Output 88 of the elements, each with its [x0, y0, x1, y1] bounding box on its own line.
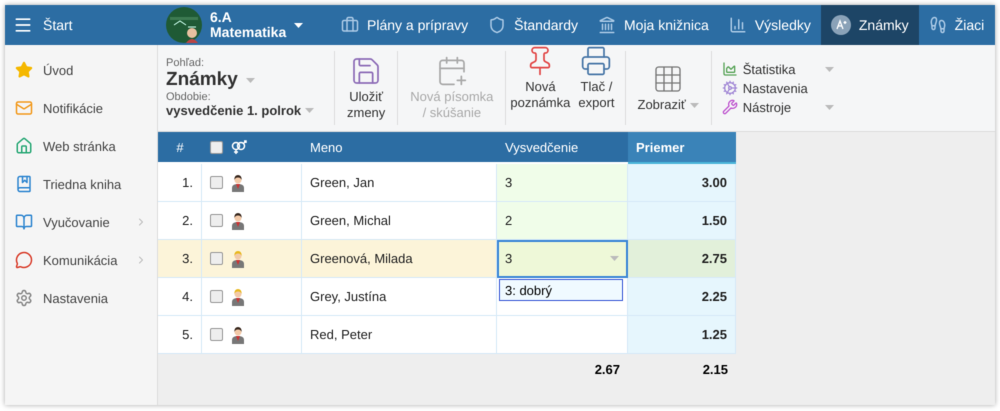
average-cell: 1.25	[628, 316, 736, 354]
open-book-icon	[15, 213, 33, 231]
caret-icon	[246, 78, 255, 82]
grade-dropdown-menu[interactable]: 3: dobrý	[499, 279, 623, 301]
student-icon	[231, 250, 245, 268]
sidebar-item[interactable]: Nastavenia	[5, 279, 157, 317]
student-icon	[231, 326, 245, 344]
period-dropdown[interactable]: vysvedčenie 1. polrok	[166, 103, 302, 118]
display-button[interactable]: Zobraziť	[634, 63, 703, 113]
book-icon	[15, 175, 33, 193]
column-header: Vysvedčenie	[497, 132, 628, 162]
nav-tab[interactable]: Moja knižnica	[588, 5, 719, 45]
overall-average: 2.15	[702, 360, 729, 378]
bank-icon	[598, 16, 616, 34]
toolbar-menu-item[interactable]: Štatistika	[722, 61, 834, 77]
area-chart-icon	[722, 61, 738, 77]
caret-icon	[690, 102, 699, 108]
star-icon	[15, 61, 33, 79]
caret-icon	[824, 104, 834, 110]
student-name: Red, Peter	[302, 316, 497, 354]
grade-cell[interactable]	[497, 316, 628, 354]
toolbar-button[interactable]: Uložiť zmeny	[343, 55, 390, 121]
row-number: 1.	[158, 164, 202, 202]
period-label: Obdobie:	[166, 91, 212, 103]
caret-icon	[824, 66, 834, 72]
shield-icon	[488, 16, 506, 34]
printer-icon	[580, 45, 612, 77]
student-name: Green, Michal	[302, 202, 497, 240]
row-number: 5.	[158, 316, 202, 354]
column-header: #	[158, 132, 202, 162]
average-cell: 2.25	[628, 278, 736, 316]
gender-icon	[231, 140, 247, 154]
student-name: Green, Jan	[302, 164, 497, 202]
sidebar-item[interactable]: Triedna kniha	[5, 165, 157, 203]
toolbar-button[interactable]: Nová poznámka	[506, 45, 574, 131]
grade-cell[interactable]: 3	[497, 164, 628, 202]
home-icon	[15, 137, 33, 155]
column-header: Meno	[302, 132, 497, 162]
caret-icon	[610, 256, 619, 261]
nav-tab[interactable]: Štandardy	[478, 5, 588, 45]
start-label[interactable]: Štart	[43, 17, 73, 33]
nav-tab[interactable]: Známky	[820, 5, 919, 45]
briefcase-icon	[341, 16, 359, 34]
student-icon	[231, 288, 245, 306]
student-icon	[231, 212, 245, 230]
bar-chart-icon	[728, 16, 747, 34]
grade-average: 2.67	[594, 360, 621, 378]
toolbar-button[interactable]: Tlač / export	[574, 45, 619, 131]
sidebar-item[interactable]: Vyučovanie	[5, 203, 157, 241]
view-label: Pohľad:	[166, 57, 206, 69]
tools-icon	[722, 99, 738, 115]
grade-cell[interactable]: 3	[497, 240, 628, 278]
nav-tab[interactable]: Žiaci	[918, 5, 994, 45]
row-checkbox[interactable]	[210, 252, 223, 265]
chat-icon	[15, 251, 33, 269]
settings-icon	[15, 289, 33, 307]
nav-tab[interactable]: Plány a prípravy	[331, 5, 478, 45]
sidebar-item[interactable]: Notifikácie	[5, 89, 157, 127]
class-name: 6.A	[210, 10, 233, 25]
row-number: 2.	[158, 202, 202, 240]
sidebar-item[interactable]: Úvod	[5, 51, 157, 89]
subject-name: Matematika	[210, 25, 286, 40]
toolbar-menu-item[interactable]: Nástroje	[722, 99, 834, 115]
sidebar-item[interactable]: Web stránka	[5, 127, 157, 165]
row-checkbox[interactable]	[210, 290, 223, 303]
caret-icon	[294, 22, 304, 28]
average-cell: 2.75	[628, 240, 736, 278]
row-checkbox[interactable]	[210, 176, 223, 189]
view-dropdown[interactable]: Známky	[166, 69, 238, 91]
student-name: Grey, Justína	[302, 278, 497, 316]
nav-tab[interactable]: Výsledky	[718, 5, 821, 45]
row-number: 4.	[158, 278, 202, 316]
sidebar-item[interactable]: Komunikácia	[5, 241, 157, 279]
grade-cell[interactable]: 2	[497, 202, 628, 240]
student-name: Greenová, Milada	[302, 240, 497, 278]
average-cell: 1.50	[628, 202, 736, 240]
grade-icon	[830, 15, 851, 35]
toolbar-menu-item[interactable]: Nastavenia	[722, 80, 834, 96]
row-checkbox[interactable]	[210, 214, 223, 227]
student-icon	[231, 174, 245, 192]
average-cell: 3.00	[628, 164, 736, 202]
mail-icon	[15, 99, 33, 117]
row-checkbox[interactable]	[210, 328, 223, 341]
select-all-checkbox[interactable]	[210, 140, 223, 154]
caret-icon	[305, 108, 314, 113]
column-header: Priemer	[628, 132, 736, 164]
row-number: 3.	[158, 240, 202, 278]
gears-icon	[722, 80, 738, 96]
